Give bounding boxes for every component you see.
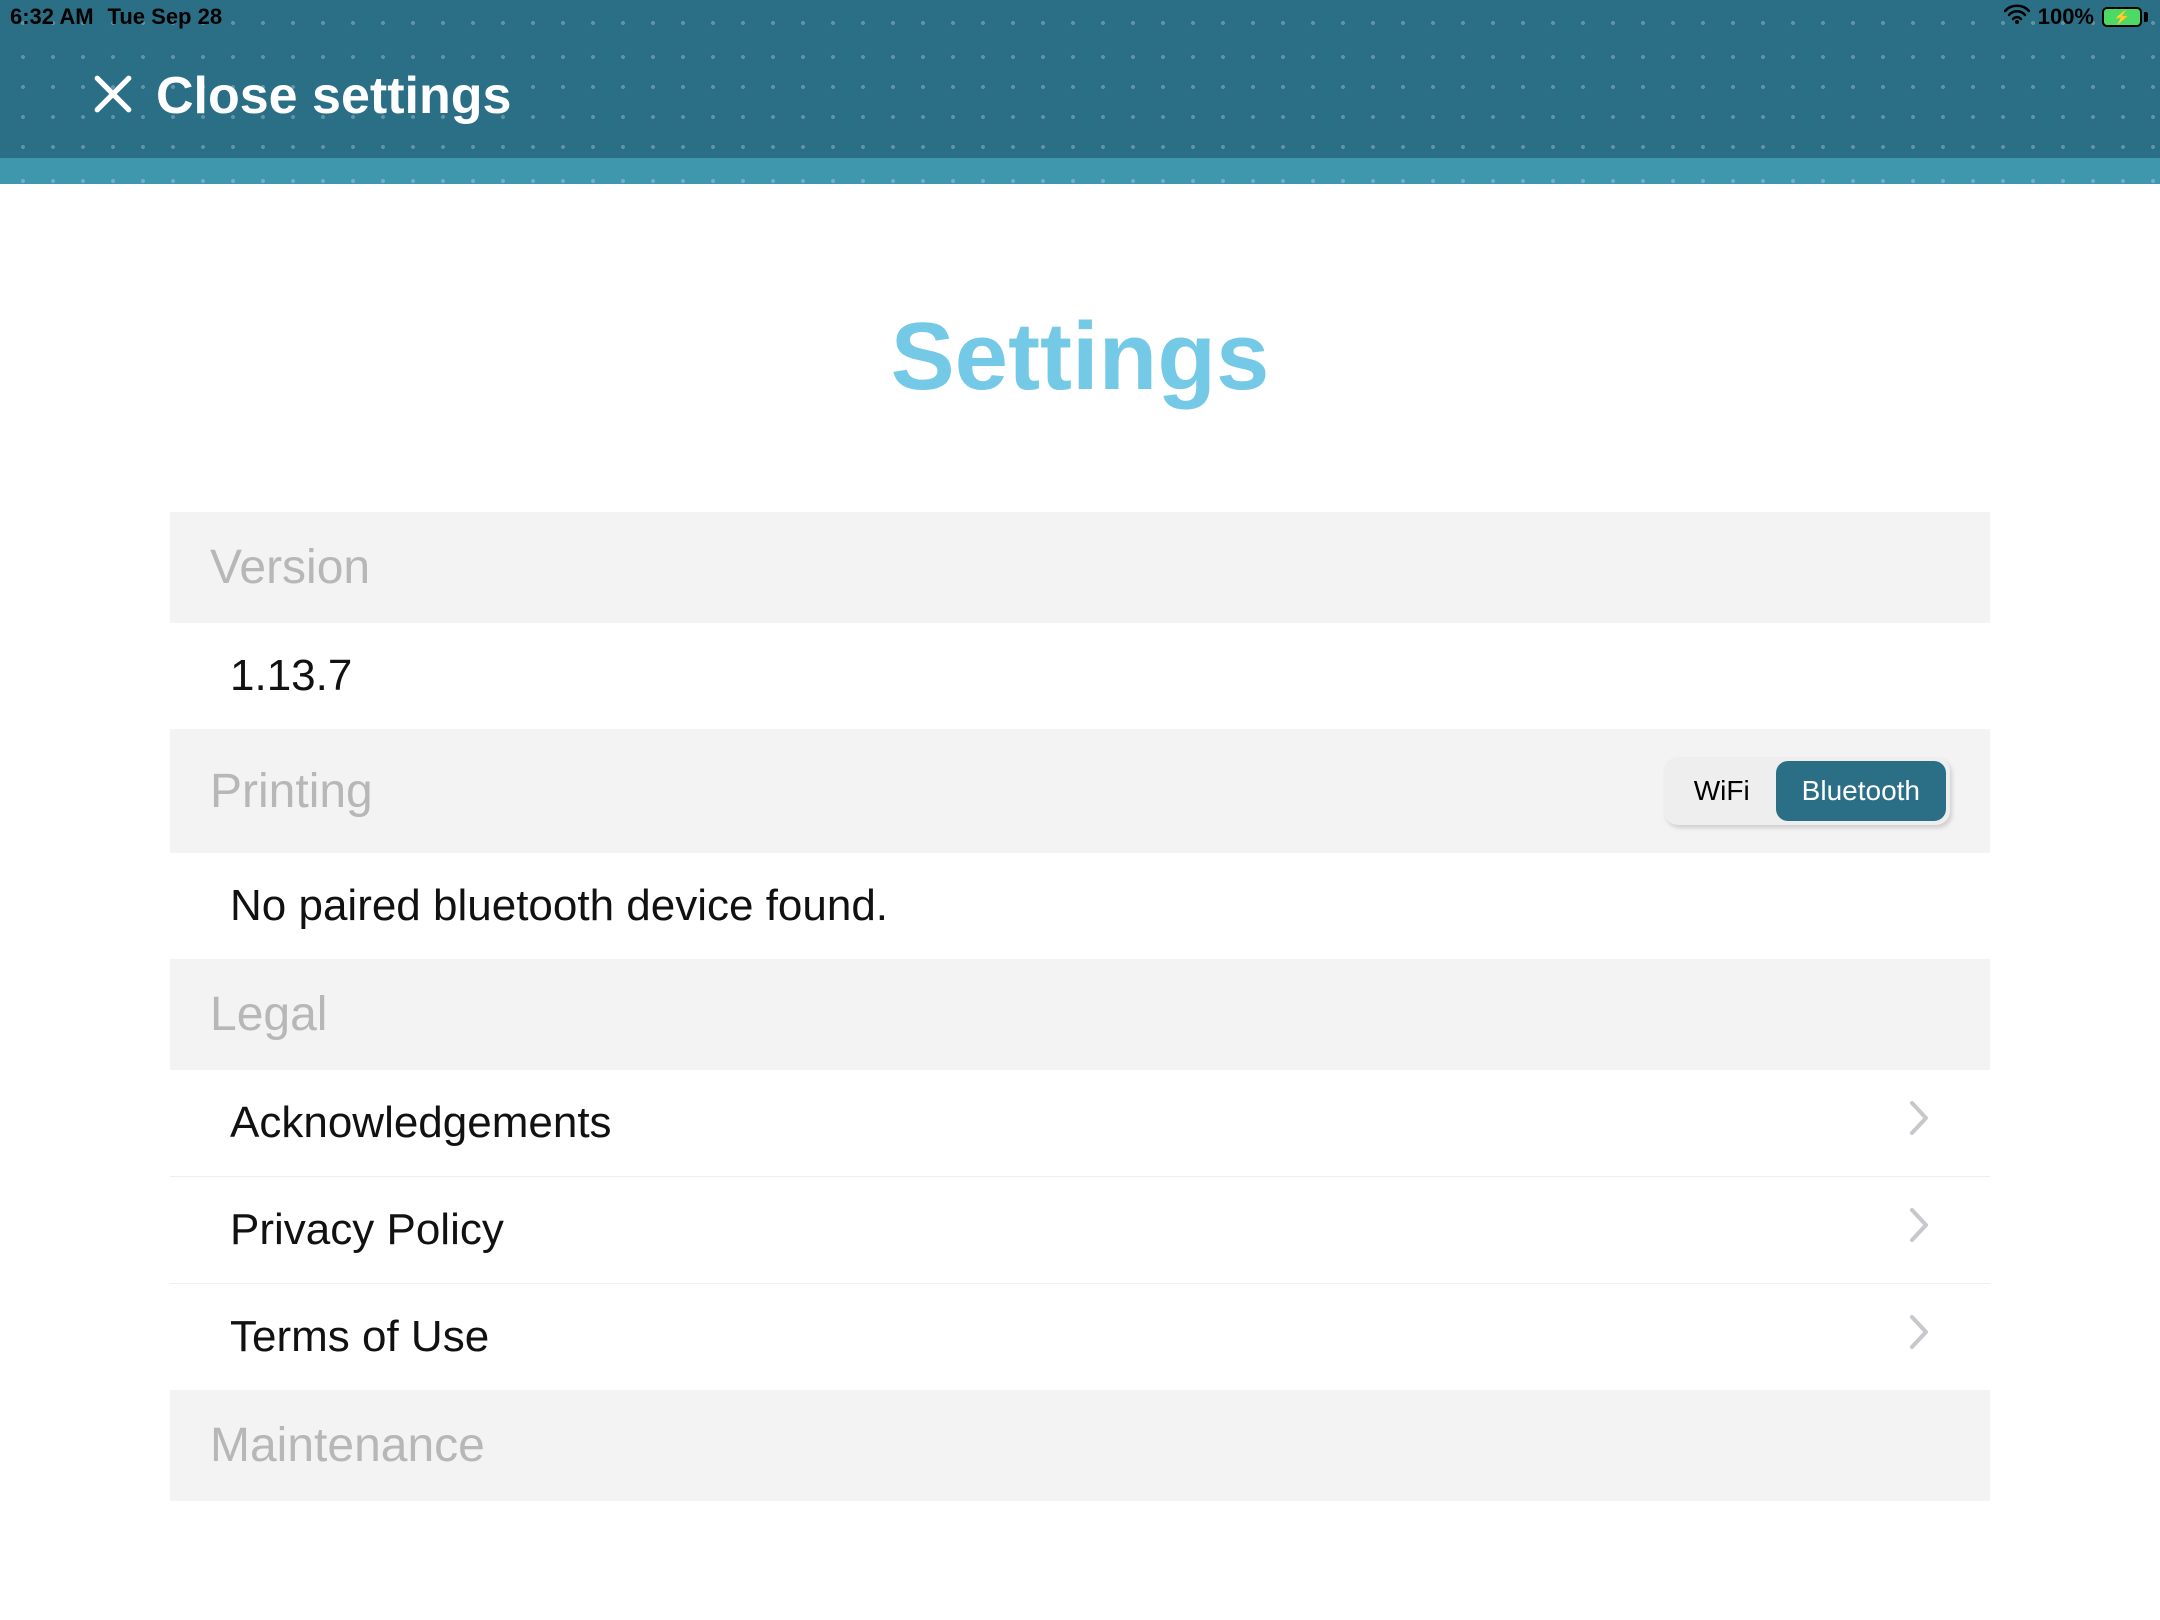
- chevron-right-icon: [1908, 1312, 1930, 1362]
- list-item-label: Privacy Policy: [230, 1205, 504, 1255]
- segment-wifi[interactable]: WiFi: [1668, 761, 1776, 821]
- legal-item-acknowledgements[interactable]: Acknowledgements: [170, 1070, 1990, 1177]
- version-row: 1.13.7: [170, 623, 1990, 729]
- printing-mode-segmented[interactable]: WiFi Bluetooth: [1664, 757, 1950, 825]
- printing-status-text: No paired bluetooth device found.: [230, 881, 888, 931]
- list-item-label: Acknowledgements: [230, 1098, 612, 1148]
- wifi-icon: [2004, 4, 2030, 30]
- status-date: Tue Sep 28: [108, 4, 223, 30]
- section-header-label: Maintenance: [210, 1418, 485, 1473]
- printing-status-row: No paired bluetooth device found.: [170, 853, 1990, 959]
- segment-bluetooth[interactable]: Bluetooth: [1776, 761, 1946, 821]
- list-item-label: Terms of Use: [230, 1312, 489, 1362]
- battery-icon: ⚡: [2102, 7, 2148, 27]
- legal-item-privacy-policy[interactable]: Privacy Policy: [170, 1177, 1990, 1284]
- settings-list: Version 1.13.7 Printing WiFi Bluetooth N…: [170, 512, 1990, 1501]
- section-header-maintenance: Maintenance: [170, 1390, 1990, 1501]
- section-header-version: Version: [170, 512, 1990, 623]
- legal-item-terms-of-use[interactable]: Terms of Use: [170, 1284, 1990, 1390]
- battery-percent: 100%: [2038, 4, 2094, 30]
- header-bar: Close settings: [0, 34, 2160, 158]
- section-header-label: Legal: [210, 987, 327, 1042]
- status-time: 6:32 AM: [10, 4, 94, 30]
- accent-strip: [0, 158, 2160, 184]
- section-header-label: Printing: [210, 764, 373, 819]
- close-settings-button[interactable]: Close settings: [92, 66, 511, 126]
- section-header-label: Version: [210, 540, 370, 595]
- close-icon: [92, 73, 134, 120]
- close-settings-label: Close settings: [156, 66, 511, 126]
- page-title: Settings: [0, 302, 2160, 412]
- version-value: 1.13.7: [230, 651, 352, 701]
- chevron-right-icon: [1908, 1098, 1930, 1148]
- ios-status-bar: 6:32 AM Tue Sep 28 100% ⚡: [0, 0, 2160, 34]
- section-header-printing: Printing WiFi Bluetooth: [170, 729, 1990, 853]
- section-header-legal: Legal: [170, 959, 1990, 1070]
- chevron-right-icon: [1908, 1205, 1930, 1255]
